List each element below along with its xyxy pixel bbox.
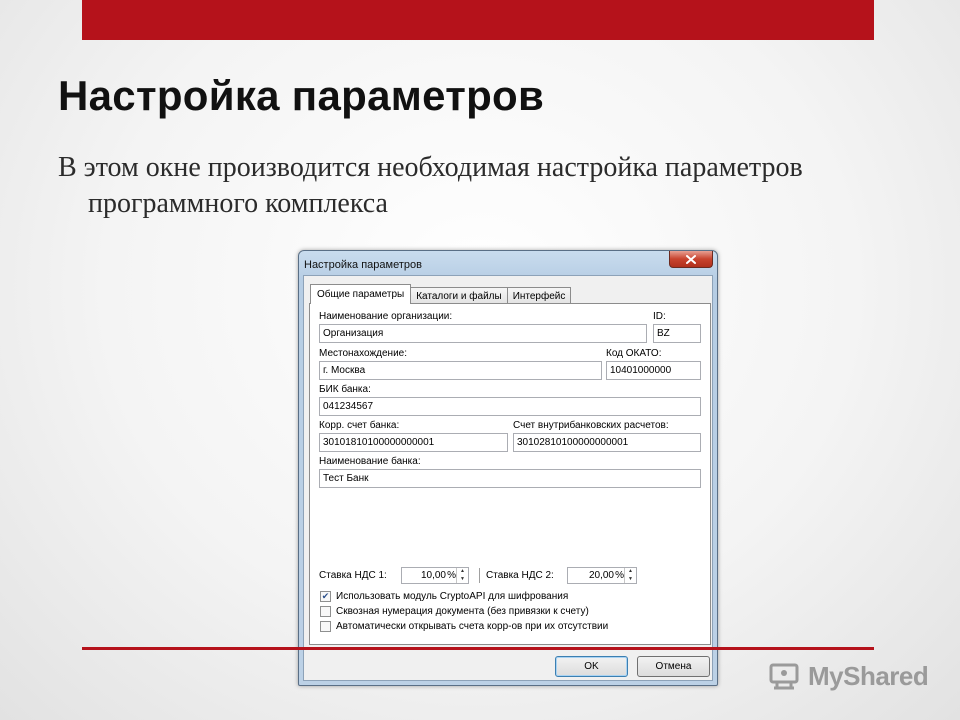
location-label: Местонахождение: xyxy=(319,348,407,359)
vat-rate1-spin-arrows[interactable]: ▲ ▼ xyxy=(456,568,468,583)
dialog-titlebar[interactable]: Настройка параметров xyxy=(299,251,717,275)
bottom-accent-line xyxy=(82,647,874,650)
vat-rate1-unit: % xyxy=(447,570,456,581)
bik-label: БИК банка: xyxy=(319,384,371,395)
tab-folders-files[interactable]: Каталоги и файлы xyxy=(410,287,508,304)
bank-name-label: Наименование банка: xyxy=(319,456,421,467)
bik-input[interactable]: 041234567 xyxy=(319,397,701,416)
checkbox-auto-open-accounts[interactable]: Автоматически открывать счета корр-ов пр… xyxy=(320,621,608,632)
tab-general[interactable]: Общие параметры xyxy=(310,284,412,304)
cancel-button[interactable]: Отмена xyxy=(637,656,710,677)
corr-account-input[interactable]: 30101810100000000001 xyxy=(319,433,508,452)
myshared-logo-icon xyxy=(769,663,799,690)
general-tab-panel: Наименование организации: Организация ID… xyxy=(309,303,711,645)
top-accent-bar xyxy=(82,0,874,40)
vat-rate1-label: Ставка НДС 1: xyxy=(319,570,387,581)
vat-rate1-stepper[interactable]: 10,00 % ▲ ▼ xyxy=(401,567,469,584)
okato-label: Код ОКАТО: xyxy=(606,348,662,359)
checkbox-through-numbering[interactable]: Сквозная нумерация документа (без привяз… xyxy=(320,606,589,617)
bank-name-input[interactable]: Тест Банк xyxy=(319,469,701,488)
checkbox-cryptoapi[interactable]: ✔ Использовать модуль CryptoAPI для шифр… xyxy=(320,591,568,602)
checkbox-empty-icon[interactable] xyxy=(320,621,331,632)
close-button[interactable] xyxy=(669,251,713,268)
tab-interface[interactable]: Интерфейс xyxy=(506,287,572,304)
spin-up-icon[interactable]: ▲ xyxy=(625,568,636,576)
ok-button[interactable]: OK xyxy=(555,656,628,677)
dialog-title: Настройка параметров xyxy=(304,259,422,271)
watermark: MyShared xyxy=(768,656,929,696)
id-input[interactable]: BZ xyxy=(653,324,701,343)
org-name-input[interactable]: Организация xyxy=(319,324,647,343)
internal-account-label: Счет внутрибанковских расчетов: xyxy=(513,420,669,431)
settings-dialog: Настройка параметров Общие параметры Кат… xyxy=(298,250,718,686)
org-name-label: Наименование организации: xyxy=(319,311,453,322)
vat-rate2-value: 20,00 xyxy=(588,570,614,581)
vat-rate2-unit: % xyxy=(615,570,624,581)
okato-input[interactable]: 10401000000 xyxy=(606,361,701,380)
checkbox-through-numbering-label: Сквозная нумерация документа (без привяз… xyxy=(336,606,589,617)
vat-rate2-label: Ставка НДС 2: xyxy=(486,570,554,581)
checkbox-auto-open-accounts-label: Автоматически открывать счета корр-ов пр… xyxy=(336,621,609,632)
checkmark-icon[interactable]: ✔ xyxy=(320,591,331,602)
dialog-client-area: Общие параметры Каталоги и файлы Интерфе… xyxy=(303,275,713,681)
vat-rate1-value: 10,00 xyxy=(420,570,446,581)
vat-rate2-stepper[interactable]: 20,00 % ▲ ▼ xyxy=(567,567,637,584)
spin-down-icon[interactable]: ▼ xyxy=(457,576,468,584)
tab-strip: Общие параметры Каталоги и файлы Интерфе… xyxy=(310,284,572,304)
checkbox-cryptoapi-label: Использовать модуль CryptoAPI для шифров… xyxy=(336,591,569,602)
slide-title: Настройка параметров xyxy=(58,72,545,119)
close-icon xyxy=(686,254,696,264)
corr-account-label: Корр. счет банка: xyxy=(319,420,400,431)
checkbox-empty-icon[interactable] xyxy=(320,606,331,617)
vat-rate2-spin-arrows[interactable]: ▲ ▼ xyxy=(624,568,636,583)
id-label: ID: xyxy=(653,311,666,322)
vat-separator xyxy=(479,568,480,583)
watermark-text: MyShared xyxy=(808,660,929,691)
spin-down-icon[interactable]: ▼ xyxy=(625,576,636,584)
slide-body-text: В этом окне производится необходимая нас… xyxy=(58,152,803,219)
spin-up-icon[interactable]: ▲ xyxy=(457,568,468,576)
internal-account-input[interactable]: 30102810100000000001 xyxy=(513,433,701,452)
location-input[interactable]: г. Москва xyxy=(319,361,602,380)
